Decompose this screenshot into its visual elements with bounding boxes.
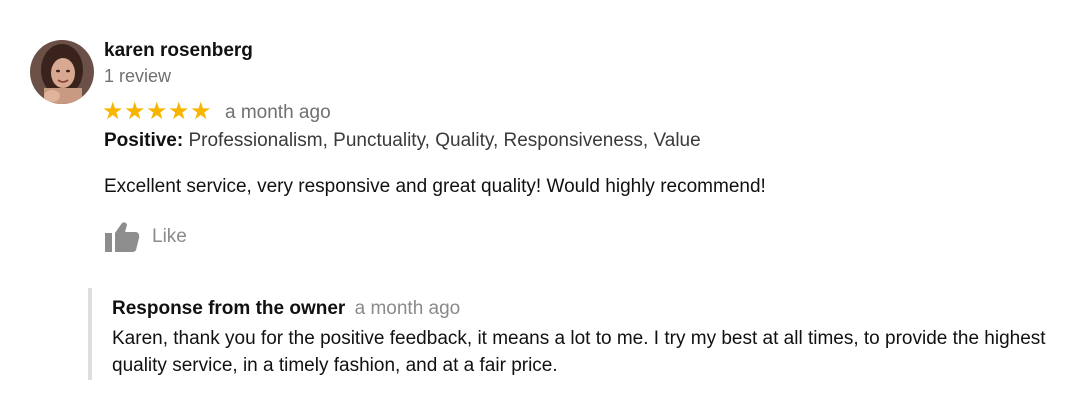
positive-items: Professionalism, Punctuality, Quality, R… — [188, 130, 701, 151]
positive-label: Positive: — [104, 130, 184, 151]
star-icon: ★ — [124, 98, 146, 125]
star-rating: ★ ★ ★ ★ ★ — [102, 98, 212, 126]
like-label: Like — [152, 226, 187, 247]
star-icon: ★ — [102, 98, 124, 125]
avatar[interactable] — [30, 40, 94, 104]
review-text: Excellent service, very responsive and g… — [104, 176, 766, 197]
response-heading: Response from the owner a month ago — [112, 298, 460, 320]
like-button[interactable]: Like — [104, 219, 187, 255]
person-photo-icon — [30, 40, 94, 104]
thumbs-up-icon — [104, 219, 140, 255]
positive-attributes: Positive: Professionalism, Punctuality, … — [104, 130, 701, 152]
response-title: Response from the owner — [112, 298, 346, 319]
response-time: a month ago — [354, 298, 461, 319]
review-count: 1 review — [104, 66, 172, 86]
reviewer-name[interactable]: karen rosenberg — [104, 40, 253, 62]
star-icon: ★ — [168, 98, 190, 125]
star-icon: ★ — [190, 98, 212, 125]
response-text: Karen, thank you for the positive feedba… — [112, 328, 1046, 376]
star-icon: ★ — [146, 98, 168, 125]
review-time: a month ago — [225, 102, 331, 123]
owner-response: Response from the owner a month ago Kare… — [88, 288, 1072, 380]
review-card: karen rosenberg 1 review ★ ★ ★ ★ ★ a mon… — [0, 0, 1080, 402]
